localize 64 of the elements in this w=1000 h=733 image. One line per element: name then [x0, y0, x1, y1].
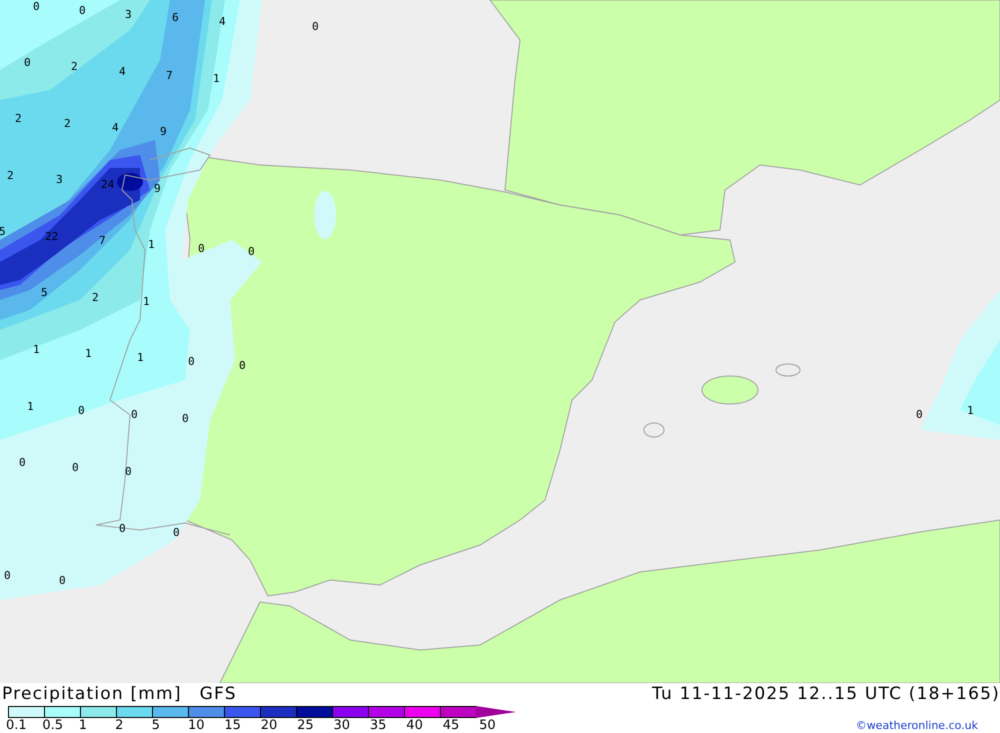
model-name: GFS [200, 684, 237, 704]
precipitation-value: 0 [24, 57, 31, 68]
precipitation-value: 1 [33, 344, 40, 355]
legend-value: 30 [334, 718, 352, 733]
valid-time: Tu 11-11-2025 12..15 UTC (18+165) [652, 684, 1000, 704]
precipitation-value: 0 [119, 523, 126, 534]
precipitation-value: 1 [85, 348, 92, 359]
precipitation-value: 0 [19, 457, 26, 468]
legend-value: 10 [188, 718, 206, 733]
precipitation-value: 1 [137, 352, 144, 363]
legend-value: 35 [370, 718, 388, 733]
legend-value: 15 [224, 718, 242, 733]
precipitation-value: 1 [143, 296, 150, 307]
precipitation-value: 1 [213, 73, 220, 84]
precipitation-value: 0 [33, 1, 40, 12]
precipitation-value: 22 [45, 231, 58, 242]
precipitation-value: 7 [99, 235, 106, 246]
precipitation-value: 24 [101, 179, 114, 190]
precipitation-value: 6 [172, 12, 179, 23]
precipitation-value: 0 [312, 21, 319, 32]
precipitation-value: 0 [239, 360, 246, 371]
legend-value: 0.5 [42, 718, 64, 733]
precipitation-value: 2 [92, 292, 99, 303]
precipitation-value: 1 [967, 405, 974, 416]
precipitation-value: 0 [4, 570, 11, 581]
precipitation-value: 0 [131, 409, 138, 420]
precipitation-value: 0 [182, 413, 189, 424]
precipitation-value: 0 [125, 466, 132, 477]
precipitation-value: 0 [248, 246, 255, 257]
legend-value: 45 [442, 718, 460, 733]
precipitation-value: 2 [15, 113, 22, 124]
precipitation-value: 5 [41, 287, 48, 298]
precipitation-value: 1 [148, 239, 155, 250]
precipitation-value: 3 [56, 174, 63, 185]
precipitation-value: 0 [59, 575, 66, 586]
legend-value: 2 [115, 718, 124, 733]
precipitation-value: 2 [7, 170, 14, 181]
legend-value: 20 [260, 718, 278, 733]
precipitation-value: 0 [79, 5, 86, 16]
precipitation-value: 0 [198, 243, 205, 254]
legend-value: 50 [479, 718, 497, 733]
precipitation-value: 5 [0, 226, 6, 237]
precipitation-value: 0 [78, 405, 85, 416]
legend-value: 25 [297, 718, 315, 733]
precipitation-value: 0 [188, 356, 195, 367]
legend-value: 1 [78, 718, 88, 733]
precipitation-value: 2 [64, 118, 71, 129]
precipitation-value: 4 [219, 16, 226, 27]
precipitation-value: 9 [160, 126, 167, 137]
precipitation-value: 7 [166, 70, 173, 81]
precipitation-value: 0 [916, 409, 923, 420]
legend-value: 5 [152, 718, 161, 733]
credit-link[interactable]: ©weatheronline.co.uk [856, 719, 978, 732]
precipitation-value: 1 [27, 401, 34, 412]
precipitation-value: 4 [119, 66, 126, 77]
precipitation-value: 0 [72, 462, 79, 473]
map-title: Precipitation [mm] [2, 684, 182, 704]
precipitation-value: 3 [125, 9, 132, 20]
precipitation-value: 9 [154, 183, 161, 194]
precipitation-value: 2 [71, 61, 78, 72]
precipitation-value: 0 [173, 527, 180, 538]
legend-value: 40 [406, 718, 424, 733]
precipitation-value: 4 [112, 122, 119, 133]
legend-value: 0.1 [6, 718, 28, 733]
